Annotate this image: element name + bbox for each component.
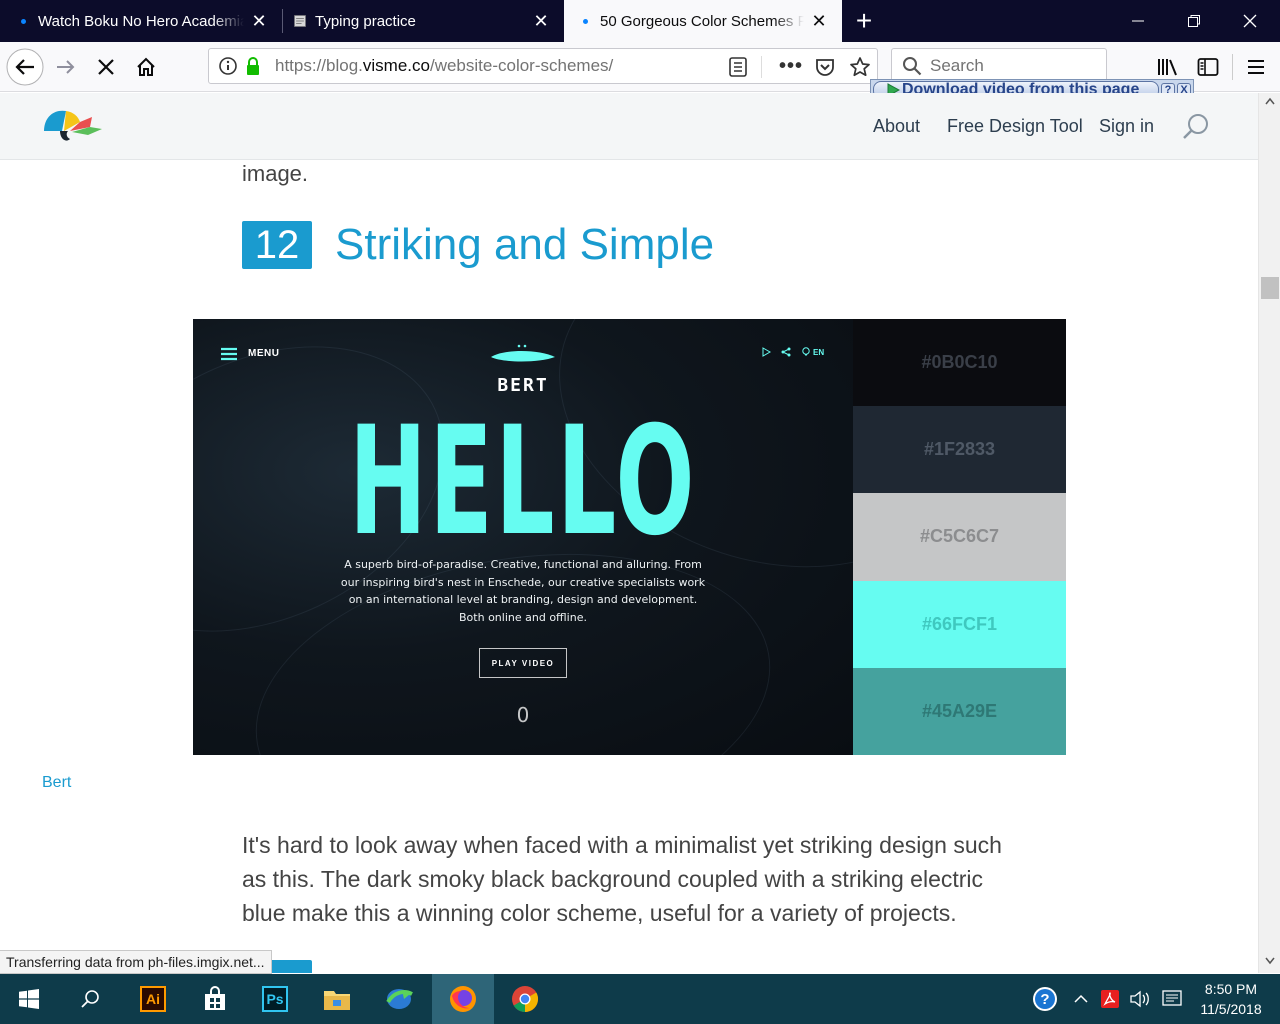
network-app-icon[interactable] — [370, 974, 428, 1024]
example-description: A superb bird-of-paradise. Creative, fun… — [340, 558, 706, 624]
new-tab-button[interactable]: + — [836, 0, 892, 42]
swatch-hex-label: #45A29E — [921, 700, 998, 721]
scrollbar-thumb[interactable] — [1261, 277, 1279, 299]
show-hidden-icons-chevron-icon[interactable] — [1068, 974, 1094, 1024]
restore-button[interactable] — [1166, 0, 1222, 42]
status-bar: Transferring data from ph-files.imgix.ne… — [0, 950, 272, 974]
example-website-image: MENU BERT EN HELLO A superb bird-of-para… — [193, 319, 853, 755]
tab-color-schemes[interactable]: 50 Gorgeous Color Schemes From ✕ — [564, 0, 842, 42]
loading-dot-icon — [16, 18, 30, 24]
article-paragraph: It's hard to look away when faced with a… — [242, 832, 1002, 926]
search-placeholder: Search — [930, 56, 984, 75]
palette-swatch: #C5C6C7 — [853, 493, 1066, 581]
loading-dot-icon — [578, 18, 592, 24]
close-tab-icon[interactable]: ✕ — [532, 11, 550, 32]
palette-swatch: #66FCF1 — [853, 580, 1066, 668]
clock[interactable]: 8:50 PM 11/5/2018 — [1190, 974, 1272, 1024]
minimize-button[interactable] — [1110, 0, 1166, 42]
pocket-icon[interactable] — [815, 57, 835, 82]
swatch-hex-label: #1F2833 — [923, 439, 996, 460]
clock-date: 11/5/2018 — [1200, 1001, 1262, 1017]
example-brand: BERT — [497, 375, 549, 396]
help-tray-icon[interactable]: ? — [1028, 974, 1062, 1024]
windows-taskbar: Ai Ps ? 8:50 PM 11/5/2018 — [0, 974, 1280, 1024]
stop-loading-button[interactable] — [86, 42, 126, 92]
url-prefix: https://blog. — [275, 56, 363, 75]
search-icon — [902, 56, 922, 76]
article-content: image. 12 Striking and Simple MENU BERT … — [0, 160, 1258, 973]
photoshop-icon[interactable]: Ps — [246, 974, 304, 1024]
page-scrollbar[interactable] — [1258, 93, 1280, 973]
clock-time: 8:50 PM — [1204, 981, 1258, 997]
tab-boku-no-hero[interactable]: Watch Boku No Hero Academia ✕ — [0, 0, 282, 42]
scroll-down-arrow-icon[interactable] — [1265, 957, 1275, 965]
example-lang: EN — [813, 347, 825, 357]
tab-title: Watch Boku No Hero Academia — [38, 12, 244, 30]
tab-typing-practice[interactable]: Typing practice ✕ — [283, 0, 564, 42]
store-icon[interactable] — [186, 974, 244, 1024]
close-window-button[interactable] — [1222, 0, 1278, 42]
toolbar-divider — [1232, 54, 1233, 80]
chrome-icon[interactable] — [496, 974, 554, 1024]
palette-swatch: #0B0C10 — [853, 319, 1066, 407]
home-button[interactable] — [126, 42, 166, 92]
svg-text:?: ? — [1040, 991, 1049, 1008]
swatch-hex-label: #66FCF1 — [921, 613, 998, 634]
tab-title: 50 Gorgeous Color Schemes From — [600, 12, 804, 30]
nav-sign-in[interactable]: Sign in — [1099, 93, 1154, 159]
menu-button[interactable] — [1236, 42, 1276, 92]
palette-swatch: #1F2833 — [853, 406, 1066, 494]
section-title: Striking and Simple — [335, 220, 715, 269]
address-bar[interactable]: https://blog.visme.co/website-color-sche… — [208, 48, 878, 84]
nav-free-design-tool[interactable]: Free Design Tool — [947, 93, 1083, 159]
tab-title: Typing practice — [315, 12, 416, 30]
illustrator-icon[interactable]: Ai — [124, 974, 182, 1024]
search-taskbar-button[interactable] — [62, 974, 120, 1024]
bookmark-star-icon[interactable] — [849, 56, 871, 83]
share-icon — [781, 347, 791, 357]
nav-about[interactable]: About — [873, 93, 920, 159]
example-header-icons: EN — [761, 347, 824, 357]
urlbar-divider — [761, 56, 762, 78]
url-path: /website-color-schemes/ — [429, 56, 614, 75]
url-text[interactable]: https://blog.visme.co/website-color-sche… — [275, 49, 613, 83]
swatch-hex-label: #C5C6C7 — [919, 526, 1000, 547]
site-search-icon[interactable] — [1181, 112, 1211, 142]
back-button[interactable] — [5, 42, 45, 92]
site-header: About Free Design Tool Sign in — [0, 93, 1258, 160]
visme-logo[interactable] — [40, 105, 104, 147]
image-caption-link[interactable]: Bert — [42, 774, 71, 792]
info-icon[interactable] — [219, 57, 237, 80]
notification-icon[interactable] — [1158, 974, 1186, 1024]
sidebar-button[interactable] — [1188, 42, 1228, 92]
file-explorer-icon[interactable] — [308, 974, 366, 1024]
page-actions-icon[interactable]: ••• — [779, 49, 803, 83]
scroll-up-arrow-icon[interactable] — [1265, 97, 1275, 105]
close-tab-icon[interactable]: ✕ — [250, 11, 268, 32]
paragraph-fragment: image. — [242, 161, 309, 186]
bulb-icon — [802, 347, 810, 356]
bert-bird-logo-icon — [489, 343, 557, 365]
url-host: visme.co — [362, 56, 430, 75]
close-tab-icon[interactable]: ✕ — [810, 11, 828, 32]
start-button[interactable] — [0, 974, 58, 1024]
play-icon — [762, 347, 771, 357]
acrobat-tray-icon[interactable] — [1098, 974, 1122, 1024]
page-icon — [293, 12, 307, 30]
reader-view-icon[interactable] — [729, 57, 747, 82]
example-menu-label: MENU — [248, 348, 280, 359]
lock-icon[interactable] — [245, 56, 261, 81]
color-palette: #0B0C10 #1F2833 #C5C6C7 #66FCF1 #45A29E — [853, 319, 1066, 755]
example-play-video-button: PLAY VIDEO — [479, 648, 567, 678]
example-headline: HELLO — [348, 395, 698, 569]
swatch-hex-label: #0B0C10 — [921, 352, 998, 373]
forward-button[interactable] — [46, 42, 86, 92]
example-counter: 0 — [516, 703, 530, 727]
palette-swatch: #45A29E — [853, 667, 1066, 755]
volume-icon[interactable] — [1126, 974, 1154, 1024]
firefox-taskbar-icon[interactable] — [432, 974, 494, 1024]
section-number-badge: 12 — [242, 221, 312, 269]
hamburger-icon — [221, 347, 237, 361]
tab-bar: Watch Boku No Hero Academia ✕ Typing pra… — [0, 0, 1280, 42]
